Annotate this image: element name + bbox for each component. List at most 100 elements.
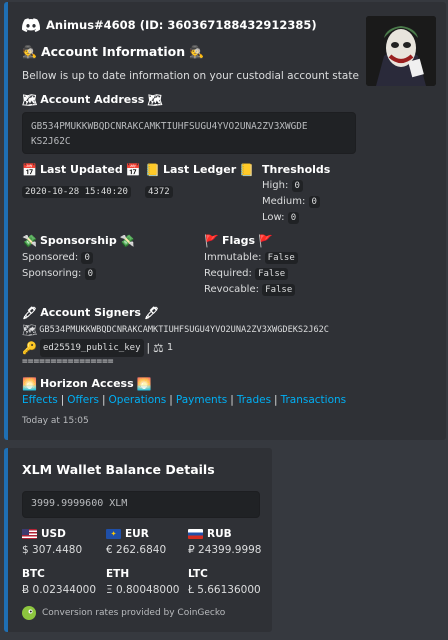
eur-label: ✦ EUR (106, 528, 149, 540)
rub-label: RUB (188, 528, 232, 540)
author-name[interactable]: Animus#4608 (ID: 360367188432912385) (46, 18, 317, 32)
eth-value: Ξ 0.80048000 (106, 584, 180, 596)
last-updated-title-text: Last Updated (39, 163, 123, 176)
flag-value: False (255, 268, 289, 280)
coingecko-icon (22, 606, 36, 620)
sunrise-icon: 🌅 (136, 376, 152, 391)
threshold-high: High: 0 (262, 178, 303, 194)
horizon-title-text: Horizon Access (39, 377, 134, 390)
ltc-value: Ł 5.66136000 (188, 584, 261, 596)
horizon-links: Effects | Offers | Operations | Payments… (22, 394, 346, 406)
transactions-link[interactable]: Transactions (281, 394, 347, 406)
last-updated-value: 2020-10-28 15:40:20 (22, 186, 131, 198)
eth-code: ETH (106, 568, 130, 580)
offers-link[interactable]: Offers (67, 394, 99, 406)
operations-link[interactable]: Operations (109, 394, 167, 406)
pen-icon: 🖋 (143, 305, 160, 320)
world-map-icon: 🗺 (147, 92, 163, 107)
sponsorship-title-text: Sponsorship (39, 234, 117, 247)
eur-code: EUR (125, 528, 149, 540)
rub-code: RUB (207, 528, 232, 540)
usd-value: $ 307.4480 (22, 544, 83, 556)
threshold-label: Low: (262, 212, 285, 223)
signer-key-row: 🗺 GB534PMUKKWBQDCNRAKCAMKTIUHFSUGU4YVO2U… (22, 322, 329, 338)
rub-value: ₽ 24399.9998 (188, 544, 262, 556)
us-flag-icon (22, 529, 37, 539)
joker-portrait-icon (366, 16, 436, 86)
ru-flag-icon (188, 529, 203, 539)
threshold-value: 0 (308, 196, 320, 208)
address-line-2: KS2J62C (31, 136, 71, 147)
btc-value: Ƀ 0.02344000 (22, 584, 97, 596)
balance-footer: Conversion rates provided by CoinGecko (22, 606, 225, 620)
signer-key[interactable]: GB534PMUKKWBQDCNRAKCAMKTIUHFSUGU4YVO2UNA… (39, 322, 329, 338)
embed-description: Bellow is up to date information on your… (22, 70, 359, 82)
eu-flag-icon: ✦ (106, 529, 121, 539)
money-wings-icon: 💸 (22, 233, 37, 248)
flag-label: Required: (204, 268, 252, 279)
sponsorship-title: 💸 Sponsorship 💸 (22, 234, 135, 247)
address-field-title: 🗺 Account Address 🗺 (22, 93, 163, 106)
payments-link[interactable]: Payments (176, 394, 227, 406)
sunrise-icon: 🌅 (22, 376, 37, 391)
btc-code: BTC (22, 568, 45, 580)
embed-author[interactable]: Animus#4608 (ID: 360367188432912385) (22, 18, 317, 32)
last-ledger-value-wrap: 4372 (145, 179, 173, 198)
calendar-icon: 📅 (125, 162, 141, 177)
signers-title: 🖋 Account Signers 🖋 (22, 306, 159, 319)
sponsoring-row: Sponsoring: 0 (22, 266, 97, 282)
last-ledger-title-text: Last Ledger (162, 163, 237, 176)
signers-divider: ================ (22, 356, 114, 367)
sponsored-row: Sponsored: 0 (22, 250, 93, 266)
effects-link[interactable]: Effects (22, 394, 58, 406)
red-flag-icon: 🚩 (204, 233, 219, 248)
joker-avatar-thumbnail[interactable] (366, 16, 436, 86)
usd-label: USD (22, 528, 66, 540)
thresholds-title: Thresholds (262, 163, 331, 176)
scales-icon: ⚖ (153, 341, 164, 355)
trades-link[interactable]: Trades (237, 394, 271, 406)
ledger-icon: 📒 (145, 162, 160, 177)
flags-title-text: Flags (221, 234, 256, 247)
threshold-value: 0 (287, 212, 300, 224)
flag-value: False (264, 252, 298, 264)
usd-code: USD (41, 528, 66, 540)
separator: | (230, 394, 234, 406)
detective-icon: 🕵 (189, 44, 205, 59)
last-updated-title: 📅 Last Updated 📅 (22, 163, 141, 176)
threshold-value: 0 (291, 180, 303, 192)
sponsorship-label: Sponsoring: (22, 268, 82, 279)
red-flag-icon: 🚩 (258, 233, 274, 248)
balance-embed: XLM Wallet Balance Details 3999.9999600 … (4, 448, 272, 632)
flags-title: 🚩 Flags 🚩 (204, 234, 273, 247)
detective-icon: 🕵 (22, 44, 37, 59)
sponsorship-value: 0 (81, 252, 93, 264)
separator: | (146, 342, 151, 354)
eur-value: € 262.6840 (106, 544, 167, 556)
balance-codeblock[interactable]: 3999.9999600 XLM (22, 491, 260, 518)
separator: | (169, 394, 173, 406)
embed-title: 🕵 Account Information 🕵 (22, 44, 204, 59)
flag-required: Required: False (204, 266, 289, 282)
key-icon: 🔑 (22, 341, 37, 355)
address-line-1: GB534PMUKKWBQDCNRAKCAMKTIUHFSUGU4YVO2UNA… (31, 121, 308, 132)
flag-label: Revocable: (204, 284, 259, 295)
sponsorship-value: 0 (84, 268, 97, 280)
title-text: Account Information (40, 44, 186, 59)
pen-icon: 🖋 (22, 305, 38, 320)
signer-weight: 1 (166, 342, 174, 353)
sponsorship-label: Sponsored: (22, 252, 79, 263)
account-info-embed: Animus#4608 (ID: 360367188432912385) 🕵 A… (4, 2, 446, 440)
address-title-text: Account Address (40, 93, 145, 106)
separator: | (274, 394, 278, 406)
flag-immutable: Immutable: False (204, 250, 298, 266)
last-ledger-value: 4372 (145, 186, 173, 198)
last-ledger-title: 📒 Last Ledger 📒 (145, 163, 254, 176)
footer-text: Conversion rates provided by CoinGecko (42, 608, 226, 618)
signers-title-text: Account Signers (40, 306, 141, 319)
world-map-icon: 🗺 (22, 92, 38, 107)
threshold-medium: Medium: 0 (262, 194, 320, 210)
horizon-title: 🌅 Horizon Access 🌅 (22, 377, 152, 390)
account-address-codeblock[interactable]: GB534PMUKKWBQDCNRAKCAMKTIUHFSUGU4YVO2UNA… (22, 112, 356, 154)
threshold-low: Low: 0 (262, 210, 300, 226)
